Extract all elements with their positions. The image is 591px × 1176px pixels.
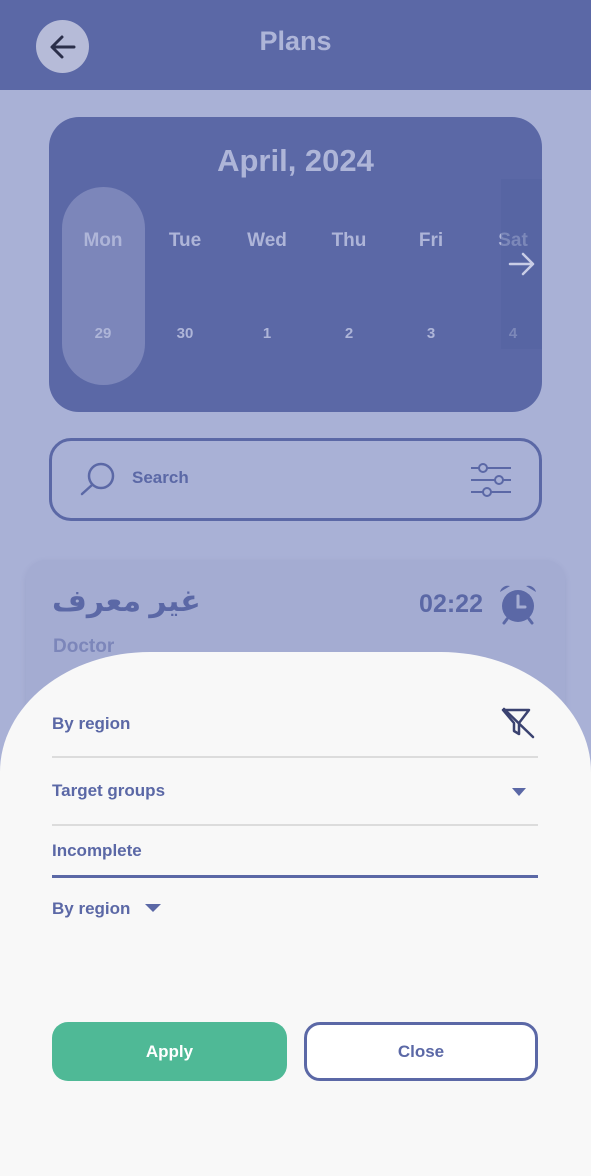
filter-off-icon[interactable] <box>500 706 536 740</box>
day-name: Mon <box>83 230 123 251</box>
day-name: Tue <box>168 230 202 251</box>
day-number: 2 <box>344 325 354 342</box>
day-name: Wed <box>247 230 287 251</box>
page-title: Plans <box>259 26 332 56</box>
filter-label: By region <box>52 714 131 733</box>
day-name: Thu <box>331 230 367 251</box>
sliders-icon[interactable] <box>469 463 513 497</box>
day-number: 1 <box>262 325 272 342</box>
next-week-button[interactable] <box>501 179 542 349</box>
apply-button[interactable]: Apply <box>52 1022 287 1081</box>
calendar-day-wed[interactable]: Wed 1 <box>227 117 307 412</box>
search-bar[interactable]: Search <box>49 438 542 521</box>
week-calendar: April, 2024 Mon 29 Tue 30 Wed 1 Thu 2 Fr… <box>49 117 542 412</box>
alarm-clock-icon <box>500 585 536 625</box>
day-number: 30 <box>176 325 194 342</box>
filter-row-region-dropdown[interactable]: By region <box>52 899 538 919</box>
plan-role: Doctor <box>53 636 115 657</box>
calendar-day-tue[interactable]: Tue 30 <box>145 117 225 412</box>
search-icon <box>80 462 115 496</box>
arrow-right-icon <box>508 252 534 276</box>
divider <box>52 756 538 758</box>
divider <box>52 824 538 826</box>
day-name: Fri <box>418 230 444 251</box>
dropdown-icon <box>512 788 526 796</box>
app-header: Plans <box>0 0 591 90</box>
plan-time: 02:22 <box>419 590 483 618</box>
divider-active <box>52 875 538 878</box>
filter-label: Target groups <box>52 781 166 800</box>
search-input[interactable]: Search <box>132 468 189 488</box>
day-number: 29 <box>94 325 112 342</box>
filter-label: Incomplete <box>52 841 142 860</box>
calendar-day-fri[interactable]: Fri 3 <box>391 117 471 412</box>
close-button[interactable]: Close <box>304 1022 538 1081</box>
filter-row-target-groups[interactable]: Target groups <box>52 781 538 801</box>
filter-row-region[interactable]: By region <box>52 707 538 739</box>
calendar-day-mon[interactable]: Mon 29 <box>63 117 143 412</box>
filter-bottom-sheet: By region Target groups Incomplete By re… <box>0 652 591 1176</box>
day-number: 3 <box>426 325 436 342</box>
dropdown-icon <box>144 904 161 912</box>
calendar-day-thu[interactable]: Thu 2 <box>309 117 389 412</box>
filter-label: By region <box>52 899 131 918</box>
filter-row-incomplete[interactable]: Incomplete <box>52 841 538 861</box>
plan-name: غير معرف <box>52 585 201 618</box>
